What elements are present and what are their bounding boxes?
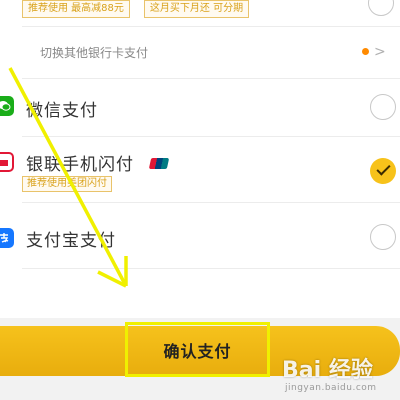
switch-bank-card-row[interactable]: 切换其他银行卡支付 >	[40, 42, 390, 62]
notification-dot-icon	[362, 48, 369, 55]
radio-unionpay-checked[interactable]	[370, 158, 396, 184]
method-row-alipay[interactable]: 支付宝支付	[0, 218, 400, 258]
promo-tag-discount: 推荐使用 最高减88元	[22, 0, 130, 18]
watermark-url: jingyan.baidu.com	[285, 383, 377, 393]
switch-bank-card-label: 切换其他银行卡支付	[40, 46, 149, 60]
baidu-watermark: Bai 经验	[282, 358, 373, 383]
method-label-unionpay: 银联手机闪付	[26, 155, 134, 175]
divider	[22, 268, 400, 269]
divider	[22, 26, 400, 27]
payment-sheet: 推荐使用 最高减88元 这月买下月还 可分期 切换其他银行卡支付 > 微信支付 …	[0, 0, 400, 318]
divider	[22, 136, 400, 137]
unionpay-icon	[0, 152, 14, 172]
method-label-alipay: 支付宝支付	[26, 231, 116, 251]
promo-tag-installment: 这月买下月还 可分期	[143, 0, 250, 18]
top-method-radio[interactable]	[368, 0, 394, 16]
alipay-icon	[0, 228, 14, 248]
divider	[22, 202, 400, 203]
radio-wechat[interactable]	[370, 94, 396, 120]
promo-tags: 推荐使用 最高减88元 这月买下月还 可分期	[22, 0, 250, 18]
chevron-right-icon: >	[374, 44, 386, 60]
highlight-box	[125, 322, 270, 377]
method-label-wechat: 微信支付	[26, 101, 98, 121]
radio-alipay[interactable]	[370, 224, 396, 250]
quickpass-badge-icon	[148, 158, 170, 169]
unionpay-promo-tag: 推荐使用美团闪付	[22, 176, 112, 192]
divider	[22, 78, 400, 79]
method-row-wechat[interactable]: 微信支付	[0, 88, 400, 128]
wechat-icon	[0, 96, 14, 116]
